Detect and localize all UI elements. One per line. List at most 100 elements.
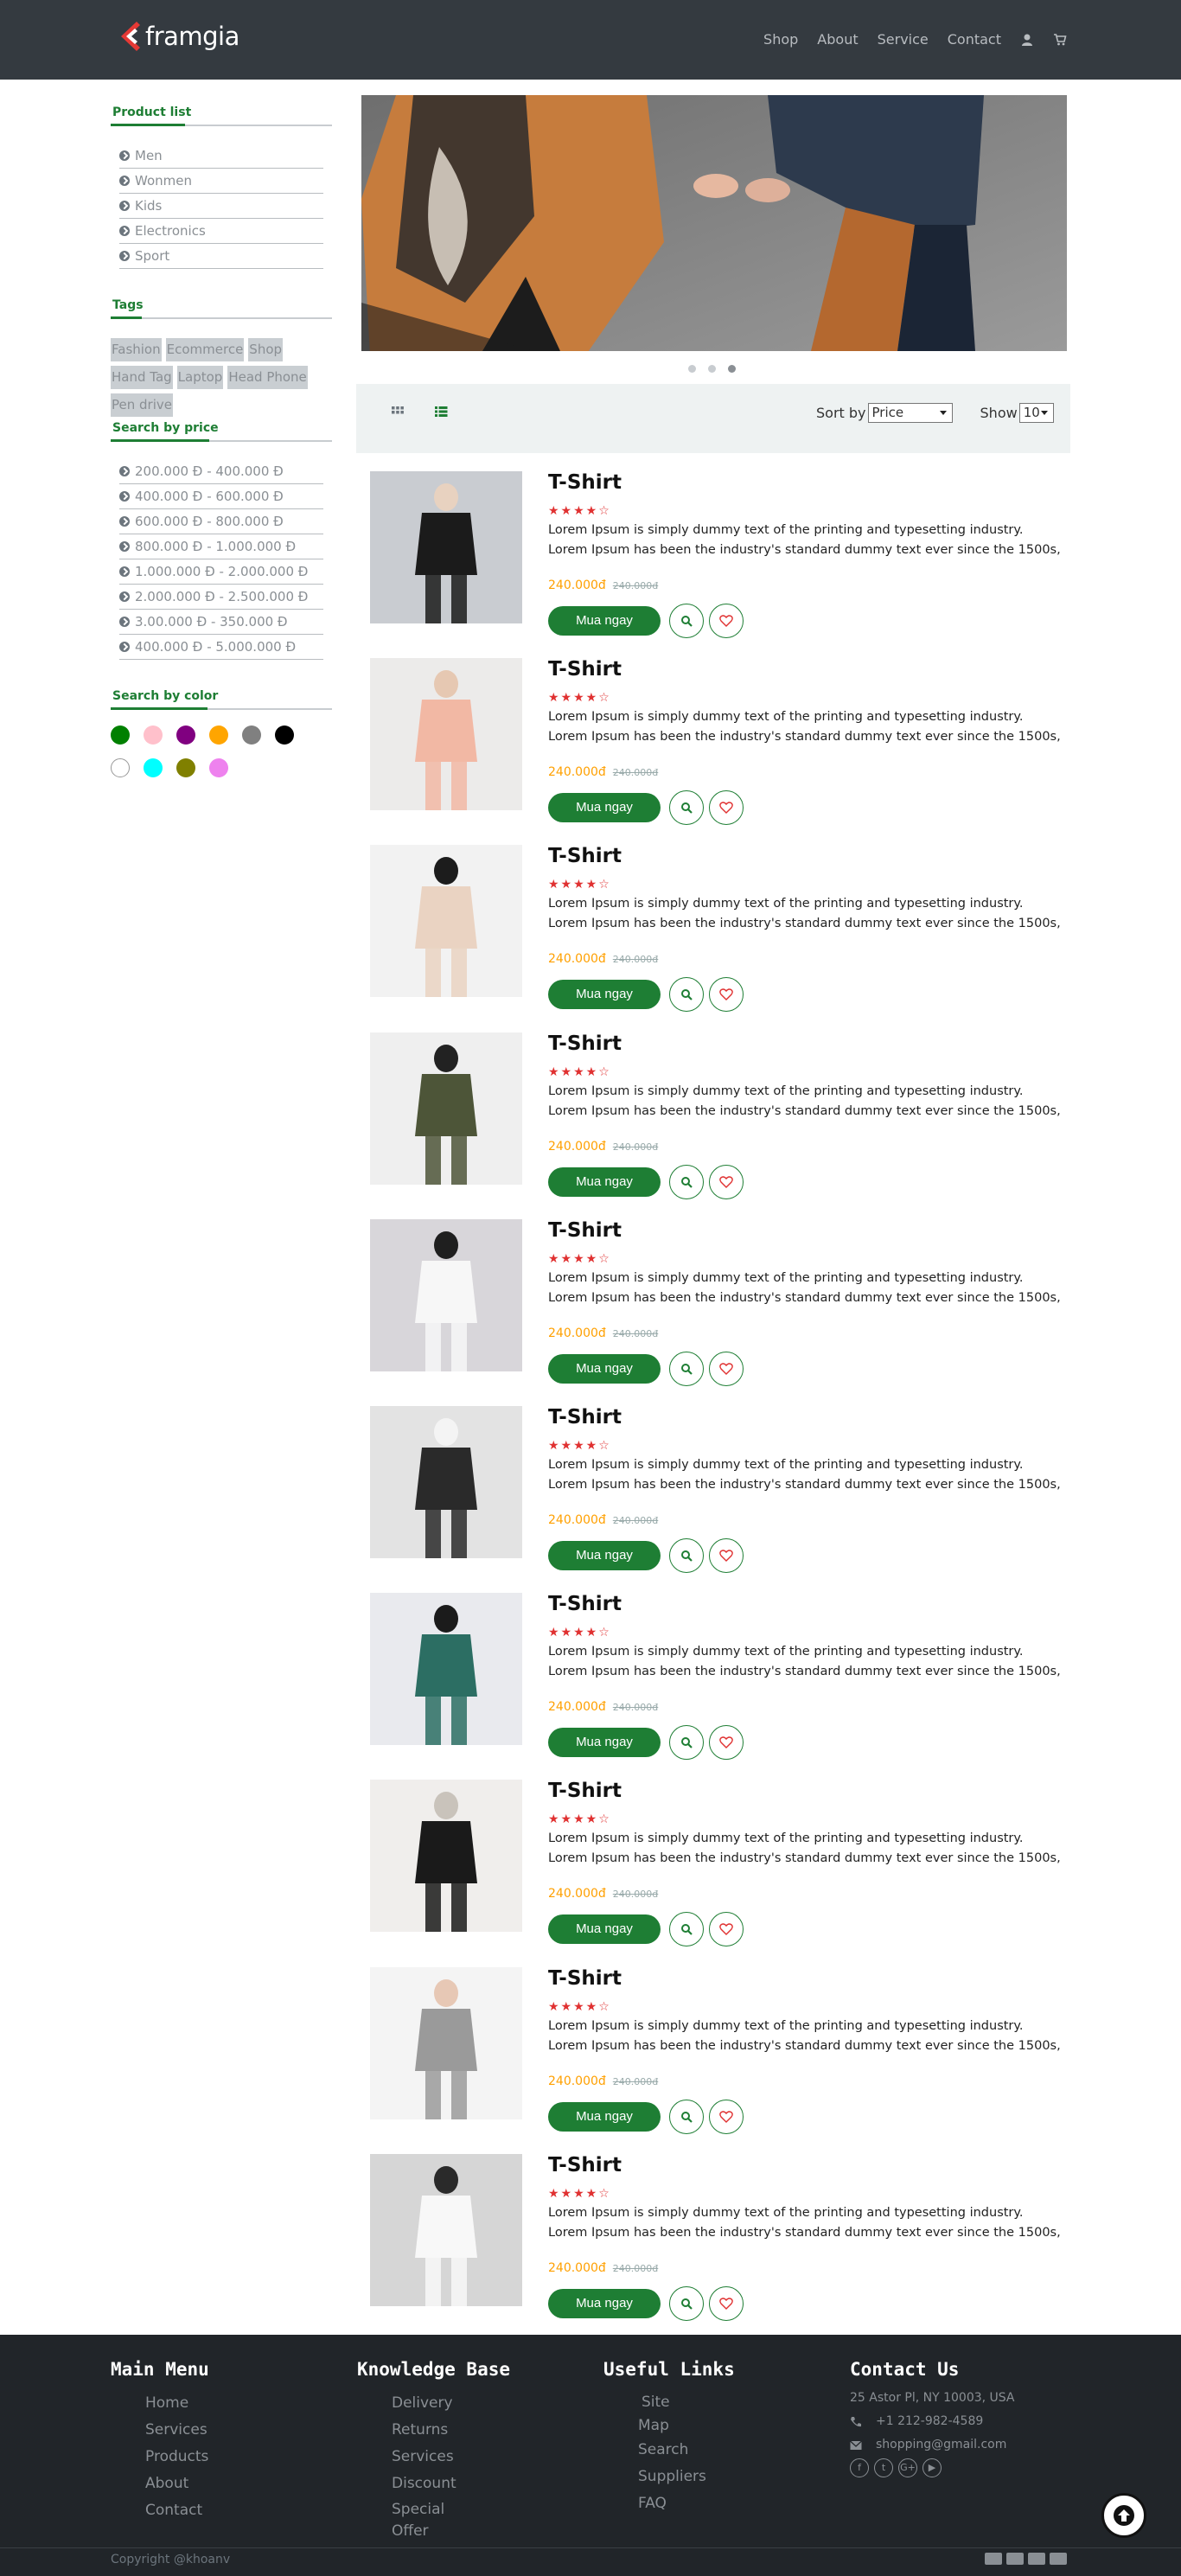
buy-now-button[interactable]: Mua ngay (548, 793, 661, 823)
color-swatch-cyan[interactable] (144, 758, 163, 777)
product-name[interactable]: T-Shirt (548, 1593, 622, 1615)
product-image[interactable] (370, 658, 522, 811)
quick-view-button[interactable] (669, 1164, 704, 1199)
quick-view-button[interactable] (669, 2099, 704, 2134)
quick-view-button[interactable] (669, 1912, 704, 1947)
product-image[interactable] (370, 1032, 522, 1185)
tag-fashion[interactable]: Fashion (111, 338, 162, 361)
product-image[interactable] (370, 845, 522, 998)
contact-phone[interactable]: +1 212-982-4589 (876, 2410, 983, 2433)
nav-about[interactable]: About (817, 31, 858, 48)
footer-link-services[interactable]: Services (111, 2417, 209, 2444)
price-range-item[interactable]: 400.000 Đ - 600.000 Đ (119, 484, 323, 509)
sort-select[interactable]: Price (867, 403, 953, 423)
footer-link-services[interactable]: Services (357, 2444, 510, 2471)
quick-view-button[interactable] (669, 1725, 704, 1761)
buy-now-button[interactable]: Mua ngay (548, 2101, 661, 2132)
footer-link-site[interactable]: Site (603, 2390, 735, 2414)
product-name[interactable]: T-Shirt (548, 845, 622, 867)
product-name[interactable]: T-Shirt (548, 1406, 622, 1429)
product-name[interactable]: T-Shirt (548, 1219, 622, 1242)
slider-dot-active[interactable] (728, 365, 736, 373)
color-swatch-olive[interactable] (176, 758, 195, 777)
footer-link-offer[interactable]: Offer (357, 2522, 510, 2541)
quick-view-button[interactable] (669, 977, 704, 1013)
product-image[interactable] (370, 1406, 522, 1558)
cart-icon[interactable] (1053, 33, 1067, 47)
youtube-icon[interactable]: ▶ (922, 2458, 942, 2477)
footer-link-home[interactable]: Home (111, 2390, 209, 2417)
product-name[interactable]: T-Shirt (548, 471, 622, 494)
user-icon[interactable] (1020, 33, 1034, 47)
twitter-icon[interactable]: t (874, 2458, 893, 2477)
wishlist-button[interactable] (709, 977, 744, 1013)
quick-view-button[interactable] (669, 790, 704, 826)
buy-now-button[interactable]: Mua ngay (548, 980, 661, 1010)
price-range-item[interactable]: 600.000 Đ - 800.000 Đ (119, 509, 323, 534)
product-image[interactable] (370, 2153, 522, 2306)
footer-link-suppliers[interactable]: Suppliers (603, 2464, 735, 2490)
product-name[interactable]: T-Shirt (548, 1967, 622, 1990)
hero-slider[interactable] (361, 95, 1067, 351)
color-swatch-white[interactable] (111, 758, 130, 777)
google-plus-icon[interactable]: G+ (898, 2458, 917, 2477)
product-name[interactable]: T-Shirt (548, 1032, 622, 1055)
product-image[interactable] (370, 1780, 522, 1933)
wishlist-button[interactable] (709, 1351, 744, 1386)
buy-now-button[interactable]: Mua ngay (548, 606, 661, 636)
color-swatch-violet[interactable] (209, 758, 228, 777)
product-image[interactable] (370, 471, 522, 623)
show-select[interactable]: 10 (1018, 403, 1054, 423)
footer-link-special[interactable]: Special (357, 2497, 510, 2522)
price-range-item[interactable]: 200.000 Đ - 400.000 Đ (119, 459, 323, 484)
brand-logo[interactable]: framgia (118, 19, 239, 54)
footer-link-search[interactable]: Search (603, 2437, 735, 2464)
buy-now-button[interactable]: Mua ngay (548, 1541, 661, 1570)
contact-email[interactable]: shopping@gmail.com (876, 2433, 1006, 2457)
wishlist-button[interactable] (709, 604, 744, 638)
wishlist-button[interactable] (709, 1912, 744, 1947)
buy-now-button[interactable]: Mua ngay (548, 1353, 661, 1384)
footer-link-faq[interactable]: FAQ (603, 2490, 735, 2517)
product-image[interactable] (370, 1593, 522, 1746)
price-range-item[interactable]: 800.000 Đ - 1.000.000 Đ (119, 534, 323, 559)
product-name[interactable]: T-Shirt (548, 2154, 622, 2176)
tag-shop[interactable]: Shop (248, 338, 284, 361)
tag-head-phone[interactable]: Head Phone (227, 366, 308, 389)
color-swatch-gray[interactable] (242, 725, 261, 745)
category-kids[interactable]: Kids (119, 194, 323, 219)
quick-view-button[interactable] (669, 1351, 704, 1386)
grid-view-icon[interactable] (391, 405, 405, 419)
category-sport[interactable]: Sport (119, 244, 323, 269)
tag-hand-tag[interactable]: Hand Tag (111, 366, 173, 389)
quick-view-button[interactable] (669, 2285, 704, 2321)
product-name[interactable]: T-Shirt (548, 1780, 622, 1802)
slider-dot[interactable] (688, 365, 696, 373)
buy-now-button[interactable]: Mua ngay (548, 1167, 661, 1197)
category-electronics[interactable]: Electronics (119, 219, 323, 244)
product-image[interactable] (370, 1966, 522, 2119)
footer-link-products[interactable]: Products (111, 2444, 209, 2471)
price-range-item[interactable]: 2.000.000 Đ - 2.500.000 Đ (119, 585, 323, 610)
wishlist-button[interactable] (709, 1725, 744, 1761)
tag-laptop[interactable]: Laptop (176, 366, 224, 389)
color-swatch-purple[interactable] (176, 725, 195, 745)
buy-now-button[interactable]: Mua ngay (548, 2288, 661, 2318)
footer-link-contact[interactable]: Contact (111, 2497, 209, 2524)
facebook-icon[interactable]: f (850, 2458, 869, 2477)
quick-view-button[interactable] (669, 1538, 704, 1573)
wishlist-button[interactable] (709, 1538, 744, 1573)
color-swatch-green[interactable] (111, 725, 130, 745)
footer-link-about[interactable]: About (111, 2471, 209, 2497)
price-range-item[interactable]: 400.000 Đ - 5.000.000 Đ (119, 635, 323, 660)
footer-link-discount[interactable]: Discount (357, 2471, 510, 2497)
price-range-item[interactable]: 3.00.000 Đ - 350.000 Đ (119, 610, 323, 635)
category-women[interactable]: Wonmen (119, 169, 323, 194)
category-men[interactable]: Men (119, 144, 323, 169)
wishlist-button[interactable] (709, 2099, 744, 2134)
back-to-top-button[interactable] (1101, 2493, 1146, 2538)
tag-ecommerce[interactable]: Ecommerce (165, 338, 245, 361)
product-image[interactable] (370, 1218, 522, 1371)
footer-link-returns[interactable]: Returns (357, 2417, 510, 2444)
tag-pen-drive[interactable]: Pen drive (111, 393, 173, 417)
